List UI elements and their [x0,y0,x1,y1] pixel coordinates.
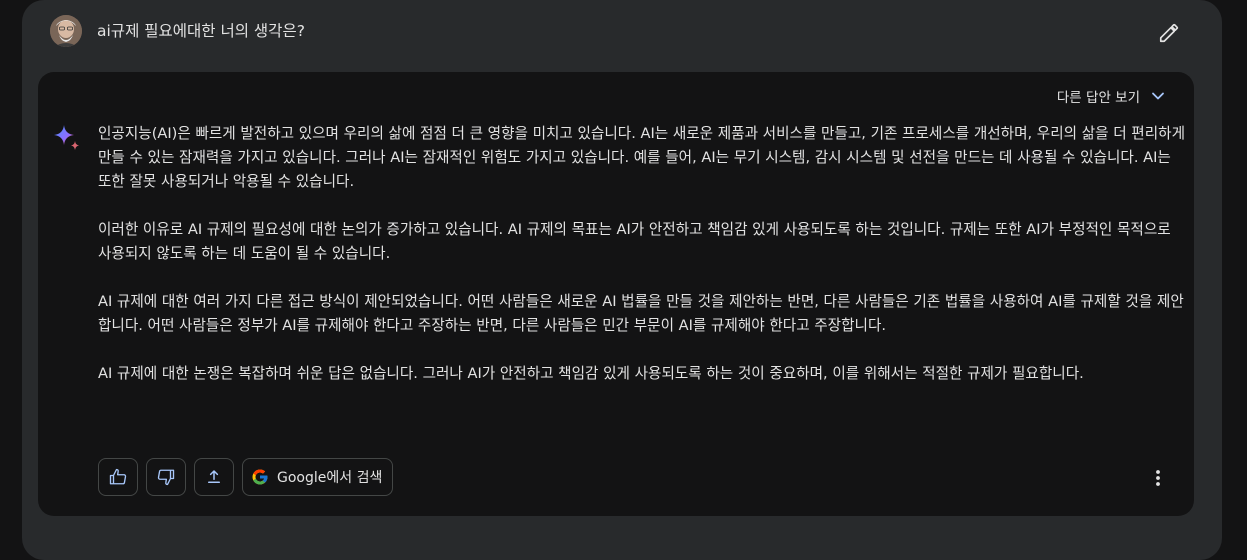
pencil-icon [1159,23,1179,43]
google-search-label: Google에서 검색 [277,470,383,486]
thumbs-up-icon [109,468,127,485]
response-text: 인공지능(AI)은 빠르게 발전하고 있으며 우리의 삶에 점점 더 큰 영향을… [98,122,1186,410]
response-actions: Google에서 검색 [98,458,394,498]
response-paragraph: 인공지능(AI)은 빠르게 발전하고 있으며 우리의 삶에 점점 더 큰 영향을… [98,125,1185,190]
thumbs-up-button[interactable] [98,458,138,496]
response-paragraph: AI 규제에 대한 논쟁은 복잡하며 쉬운 답은 없습니다. 그러나 AI가 안… [98,365,1084,382]
google-logo-icon [252,469,268,485]
more-options-button[interactable] [1142,462,1174,494]
prompt-text: ai규제 필요에대한 너의 생각은? [97,22,305,40]
more-vert-icon [1156,470,1160,486]
gemini-sparkle-icon [53,124,81,152]
thumbs-down-button[interactable] [146,458,186,496]
thumbs-down-icon [157,469,175,486]
chevron-down-icon [1152,92,1164,100]
user-avatar [50,15,82,47]
share-icon [208,470,220,483]
google-search-button[interactable]: Google에서 검색 [242,458,394,496]
response-card: 다른 답안 보기 인공지능(AI)은 빠르게 발전하고 있으며 우리의 삶에 점… [38,72,1194,516]
show-drafts-button[interactable]: 다른 답안 보기 [1057,84,1166,108]
show-drafts-label: 다른 답안 보기 [1056,90,1140,106]
edit-prompt-button[interactable] [1154,18,1184,48]
conversation-container: ai규제 필요에대한 너의 생각은? 다른 답안 보기 인공지능(AI)은 빠르… [22,0,1222,560]
response-paragraph: 이러한 이유로 AI 규제의 필요성에 대한 논의가 증가하고 있습니다. AI… [98,221,1171,262]
user-prompt-row: ai규제 필요에대한 너의 생각은? [22,0,1222,64]
response-paragraph: AI 규제에 대한 여러 가지 다른 접근 방식이 제안되었습니다. 어떤 사람… [98,293,1184,334]
share-button[interactable] [194,458,234,496]
